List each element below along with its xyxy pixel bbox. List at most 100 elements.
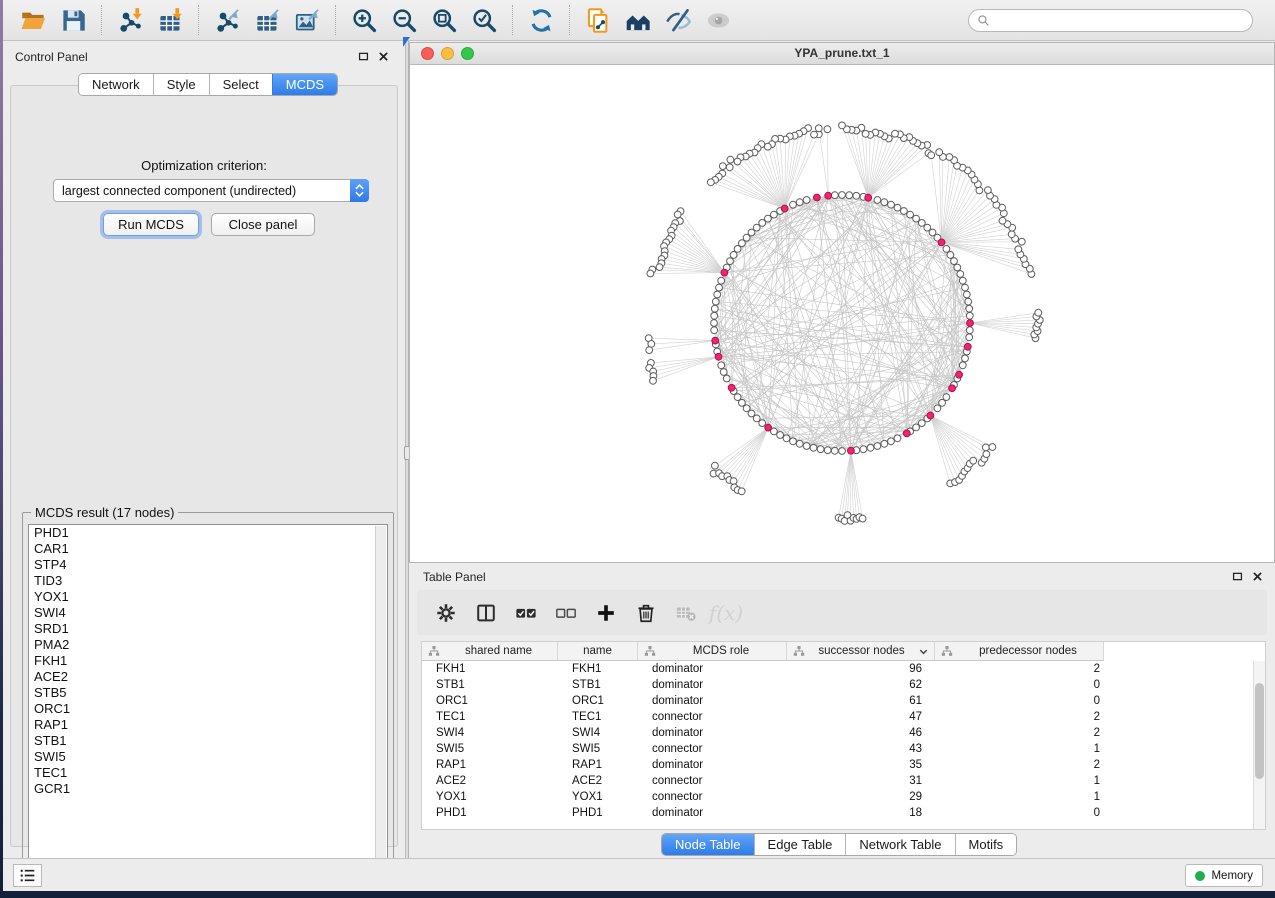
graph-node[interactable] [959, 277, 966, 284]
graph-node[interactable] [943, 394, 950, 401]
manage-columns-button[interactable] [469, 596, 503, 630]
result-node[interactable]: SWI4 [29, 605, 387, 621]
column-header-name[interactable]: name [558, 642, 638, 660]
mcds-hub-node[interactable] [721, 269, 728, 276]
graph-node[interactable] [712, 462, 719, 469]
graph-node[interactable] [839, 448, 846, 455]
graph-node[interactable] [962, 355, 969, 362]
graph-node[interactable] [790, 201, 797, 208]
mcds-hub-node[interactable] [848, 447, 855, 454]
graph-node[interactable] [824, 447, 831, 454]
mcds-hub-node[interactable] [956, 371, 963, 378]
graph-node[interactable] [928, 152, 935, 159]
table-row[interactable]: ORC1ORC1dominator610 [422, 693, 1253, 709]
graph-node[interactable] [714, 291, 721, 298]
result-node[interactable]: RAP1 [29, 717, 387, 733]
panel-list-button[interactable] [13, 864, 42, 887]
mcds-hub-node[interactable] [865, 194, 872, 201]
graph-node[interactable] [881, 199, 888, 206]
graph-node[interactable] [727, 258, 734, 265]
result-node[interactable]: SRD1 [29, 621, 387, 637]
tab-network-table[interactable]: Network Table [845, 834, 954, 855]
graph-node[interactable] [966, 327, 973, 334]
graph-node[interactable] [711, 320, 718, 327]
table-row[interactable]: ACE2ACE2connector311 [422, 773, 1253, 789]
graph-node[interactable] [719, 163, 726, 170]
hide-selected-button[interactable] [658, 3, 698, 37]
zoom-fit-button[interactable] [424, 3, 464, 37]
graph-node[interactable] [711, 327, 718, 334]
graph-node[interactable] [962, 284, 969, 291]
search-box[interactable] [968, 9, 1253, 32]
table-row[interactable]: STB1STB1dominator620 [422, 677, 1253, 693]
result-node[interactable]: GCR1 [29, 781, 387, 797]
graph-node[interactable] [647, 270, 654, 277]
table-scrollbar-thumb[interactable] [1255, 683, 1264, 779]
tab-edge-table[interactable]: Edge Table [754, 834, 846, 855]
float-table-panel-icon[interactable] [1232, 571, 1243, 582]
graph-node[interactable] [966, 334, 973, 341]
graph-node[interactable] [966, 312, 973, 319]
graph-node[interactable] [727, 156, 734, 163]
mcds-hub-node[interactable] [949, 385, 956, 392]
add-row-button[interactable] [589, 596, 623, 630]
column-header-MCDS-role[interactable]: MCDS role [638, 642, 787, 660]
graph-node[interactable] [707, 179, 714, 186]
graph-node[interactable] [846, 192, 853, 199]
graph-node[interactable] [965, 298, 972, 305]
mcds-hub-node[interactable] [814, 194, 821, 201]
graph-node[interactable] [982, 444, 989, 451]
graph-node[interactable] [831, 192, 838, 199]
column-header-successor-nodes[interactable]: successor nodes [787, 642, 935, 660]
graph-node[interactable] [888, 201, 895, 208]
mcds-hub-node[interactable] [964, 343, 971, 350]
graph-node[interactable] [1035, 309, 1042, 316]
graph-node[interactable] [894, 204, 901, 211]
table-row[interactable]: FKH1FKH1dominator962 [422, 661, 1253, 677]
result-list-scrollbar[interactable] [375, 526, 386, 876]
mcds-hub-node[interactable] [938, 239, 945, 246]
import-table-button[interactable] [150, 3, 190, 37]
graph-node[interactable] [718, 277, 725, 284]
graph-node[interactable] [989, 444, 996, 451]
result-node[interactable]: ORC1 [29, 701, 387, 717]
graph-node[interactable] [777, 432, 784, 439]
graph-node[interactable] [862, 130, 869, 137]
graph-node[interactable] [646, 347, 653, 354]
graph-node[interactable] [723, 375, 730, 382]
graph-node[interactable] [894, 435, 901, 442]
network-graph[interactable] [410, 65, 1274, 562]
graph-node[interactable] [810, 444, 817, 451]
graph-node[interactable] [711, 312, 718, 319]
column-header-shared-name[interactable]: shared name [422, 642, 558, 660]
graph-node[interactable] [970, 457, 977, 464]
result-node[interactable]: FKH1 [29, 653, 387, 669]
graph-node[interactable] [1008, 231, 1015, 238]
graph-node[interactable] [815, 125, 822, 132]
result-node[interactable]: SWI5 [29, 749, 387, 765]
import-network-button[interactable] [110, 3, 150, 37]
column-header-predecessor-nodes[interactable]: predecessor nodes [935, 642, 1104, 660]
network-titlebar[interactable]: YPA_prune.txt_1 [410, 43, 1274, 65]
result-node[interactable]: ACE2 [29, 669, 387, 685]
close-table-panel-icon[interactable] [1252, 571, 1263, 582]
result-node[interactable]: STB5 [29, 685, 387, 701]
select-all-rows-button[interactable] [509, 596, 543, 630]
graph-node[interactable] [796, 199, 803, 206]
graph-node[interactable] [1018, 238, 1025, 245]
mcds-hub-node[interactable] [712, 337, 719, 344]
float-panel-icon[interactable] [358, 51, 369, 62]
graph-node[interactable] [656, 264, 663, 271]
table-row[interactable]: PHD1PHD1dominator180 [422, 805, 1253, 821]
zoom-selected-button[interactable] [464, 3, 504, 37]
graph-node[interactable] [730, 252, 737, 259]
result-node[interactable]: TEC1 [29, 765, 387, 781]
graph-node[interactable] [716, 284, 723, 291]
graph-node[interactable] [764, 143, 771, 150]
mcds-hub-node[interactable] [728, 384, 735, 391]
graph-node[interactable] [951, 258, 958, 265]
graph-node[interactable] [817, 446, 824, 453]
graph-node[interactable] [726, 164, 733, 171]
result-node[interactable]: PMA2 [29, 637, 387, 653]
graph-node[interactable] [650, 377, 657, 384]
